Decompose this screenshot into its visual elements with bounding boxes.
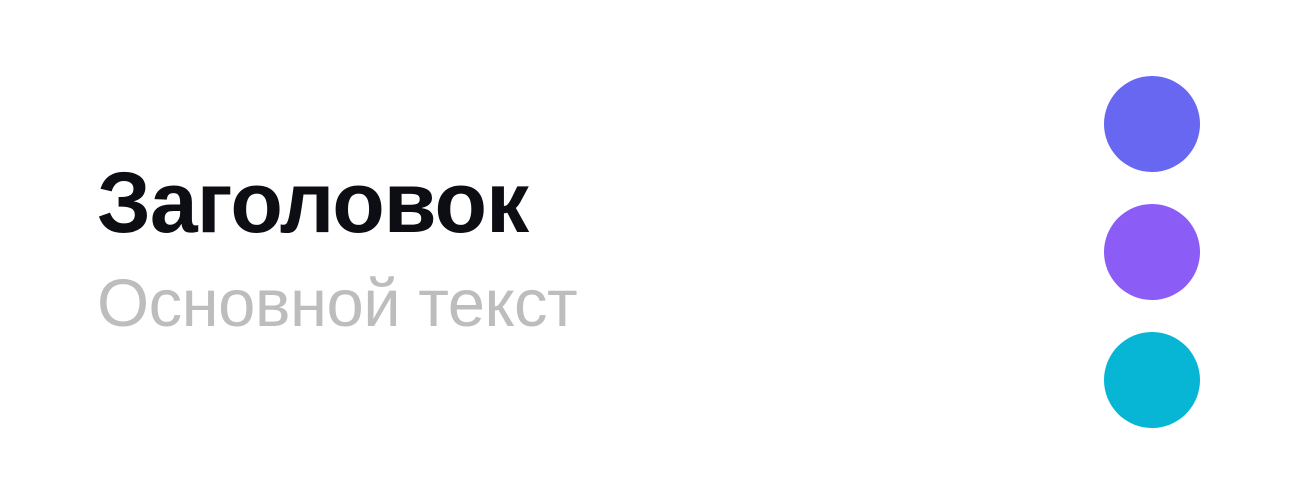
body-text: Основной текст xyxy=(97,266,578,341)
color-swatch-violet xyxy=(1104,204,1200,300)
color-swatches xyxy=(1104,76,1200,460)
color-swatch-cyan xyxy=(1104,332,1200,428)
color-swatch-indigo xyxy=(1104,76,1200,172)
typography-sample: Заголовок Основной текст xyxy=(97,155,578,341)
heading-text: Заголовок xyxy=(97,155,529,251)
